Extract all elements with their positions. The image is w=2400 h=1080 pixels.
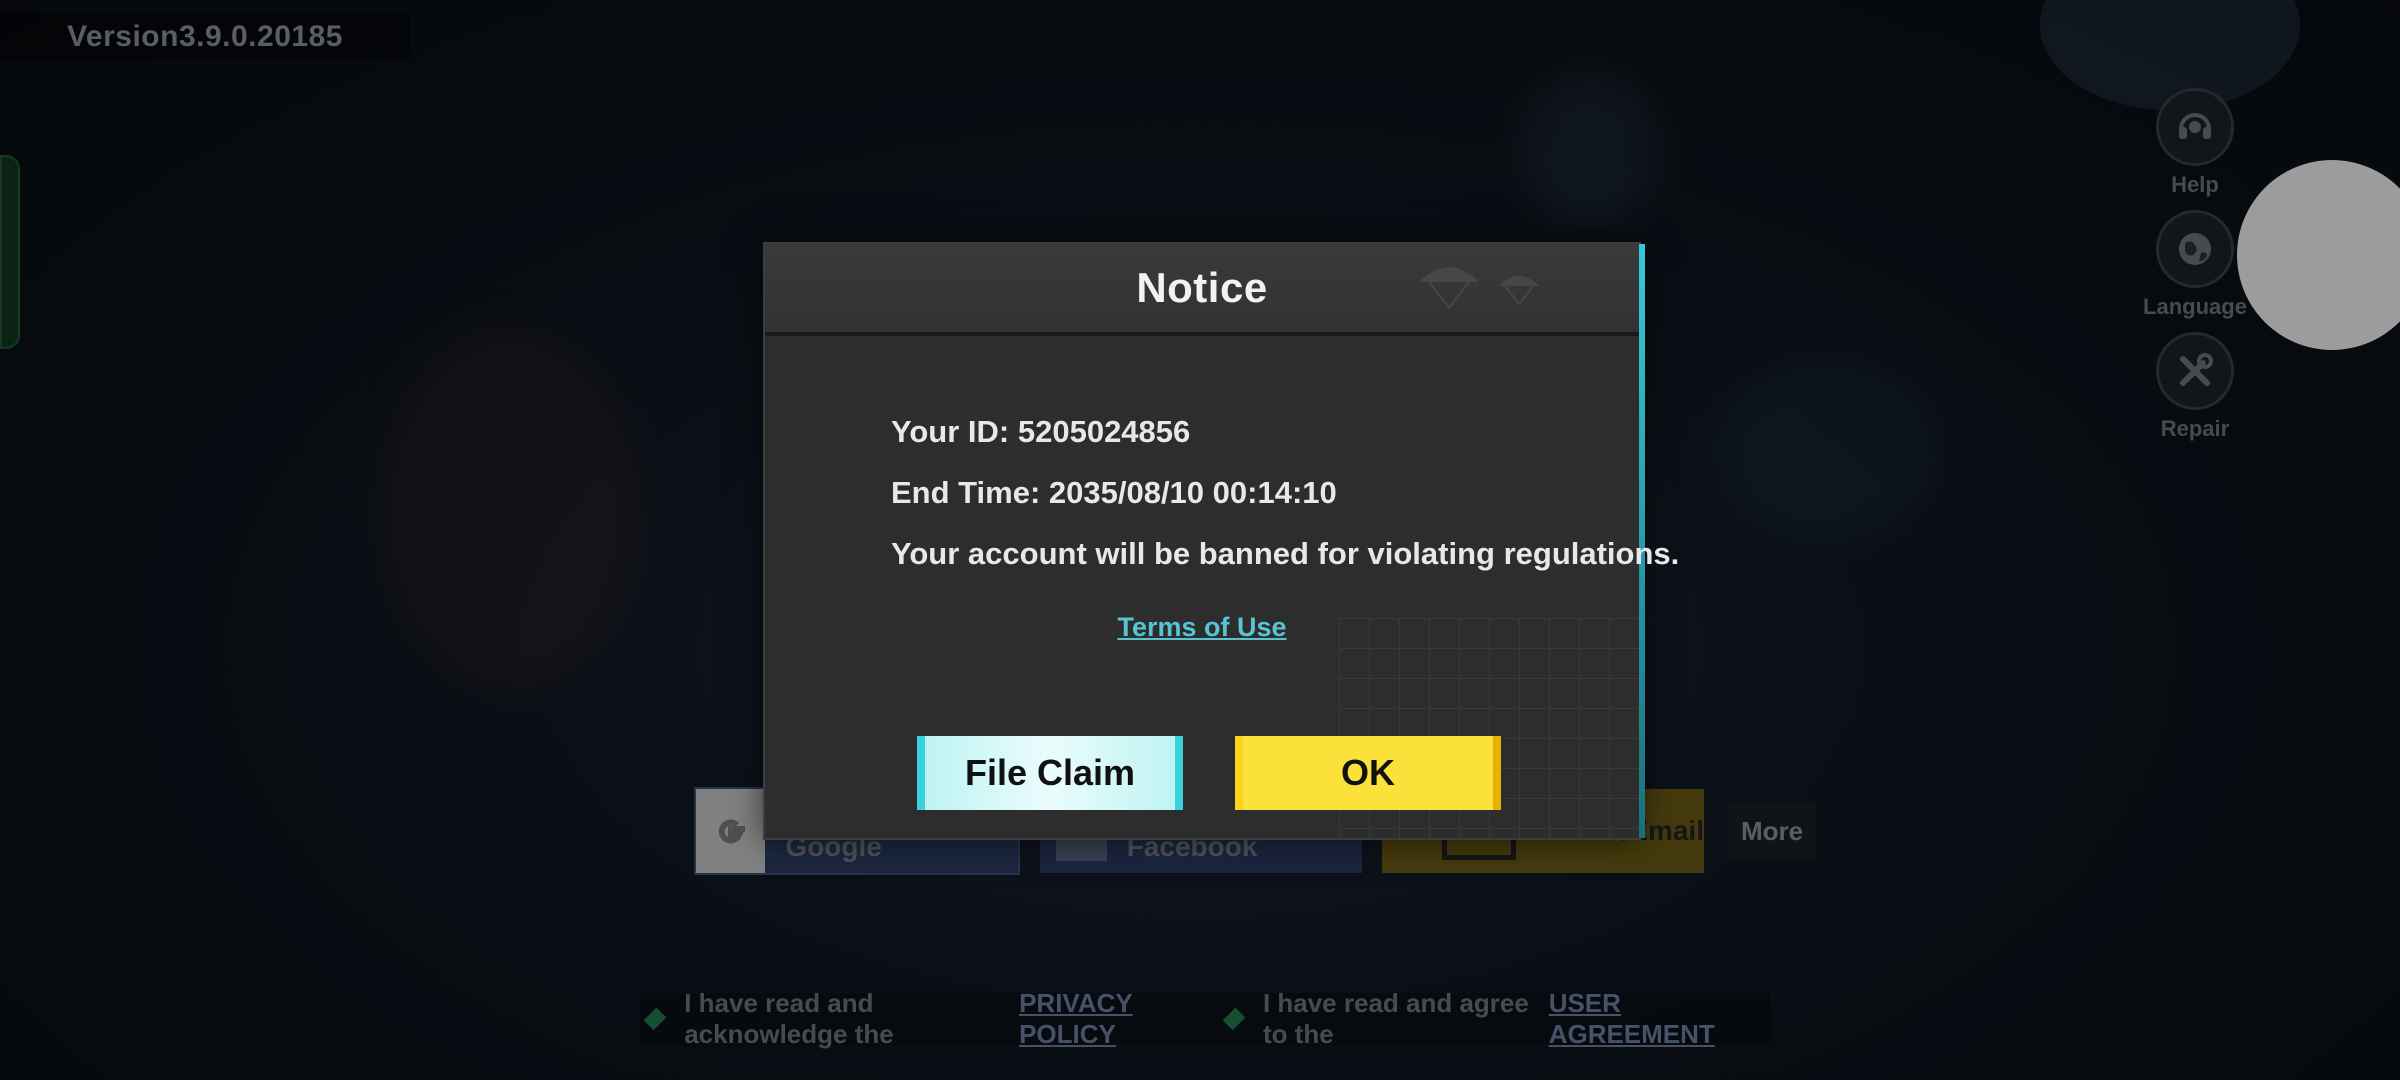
dialog-header: Notice xyxy=(765,244,1639,336)
file-claim-button[interactable]: File Claim xyxy=(917,736,1183,810)
player-id-text: Your ID: 5205024856 xyxy=(891,414,1191,449)
end-time-text: End Time: 2035/08/10 00:14:10 xyxy=(891,475,1337,510)
notice-dialog: Notice Your ID: 5205024856 End Time: 203… xyxy=(763,242,1679,840)
terms-row: Terms of Use xyxy=(765,612,1639,643)
terms-of-use-link[interactable]: Terms of Use xyxy=(1117,612,1286,642)
dialog-body: Your ID: 5205024856 End Time: 2035/08/10… xyxy=(891,414,1679,597)
dialog-title: Notice xyxy=(1136,264,1268,311)
ban-message-text: Your account will be banned for violatin… xyxy=(891,536,1680,571)
parachute-icon xyxy=(1419,267,1539,309)
ok-button[interactable]: OK xyxy=(1235,736,1501,810)
